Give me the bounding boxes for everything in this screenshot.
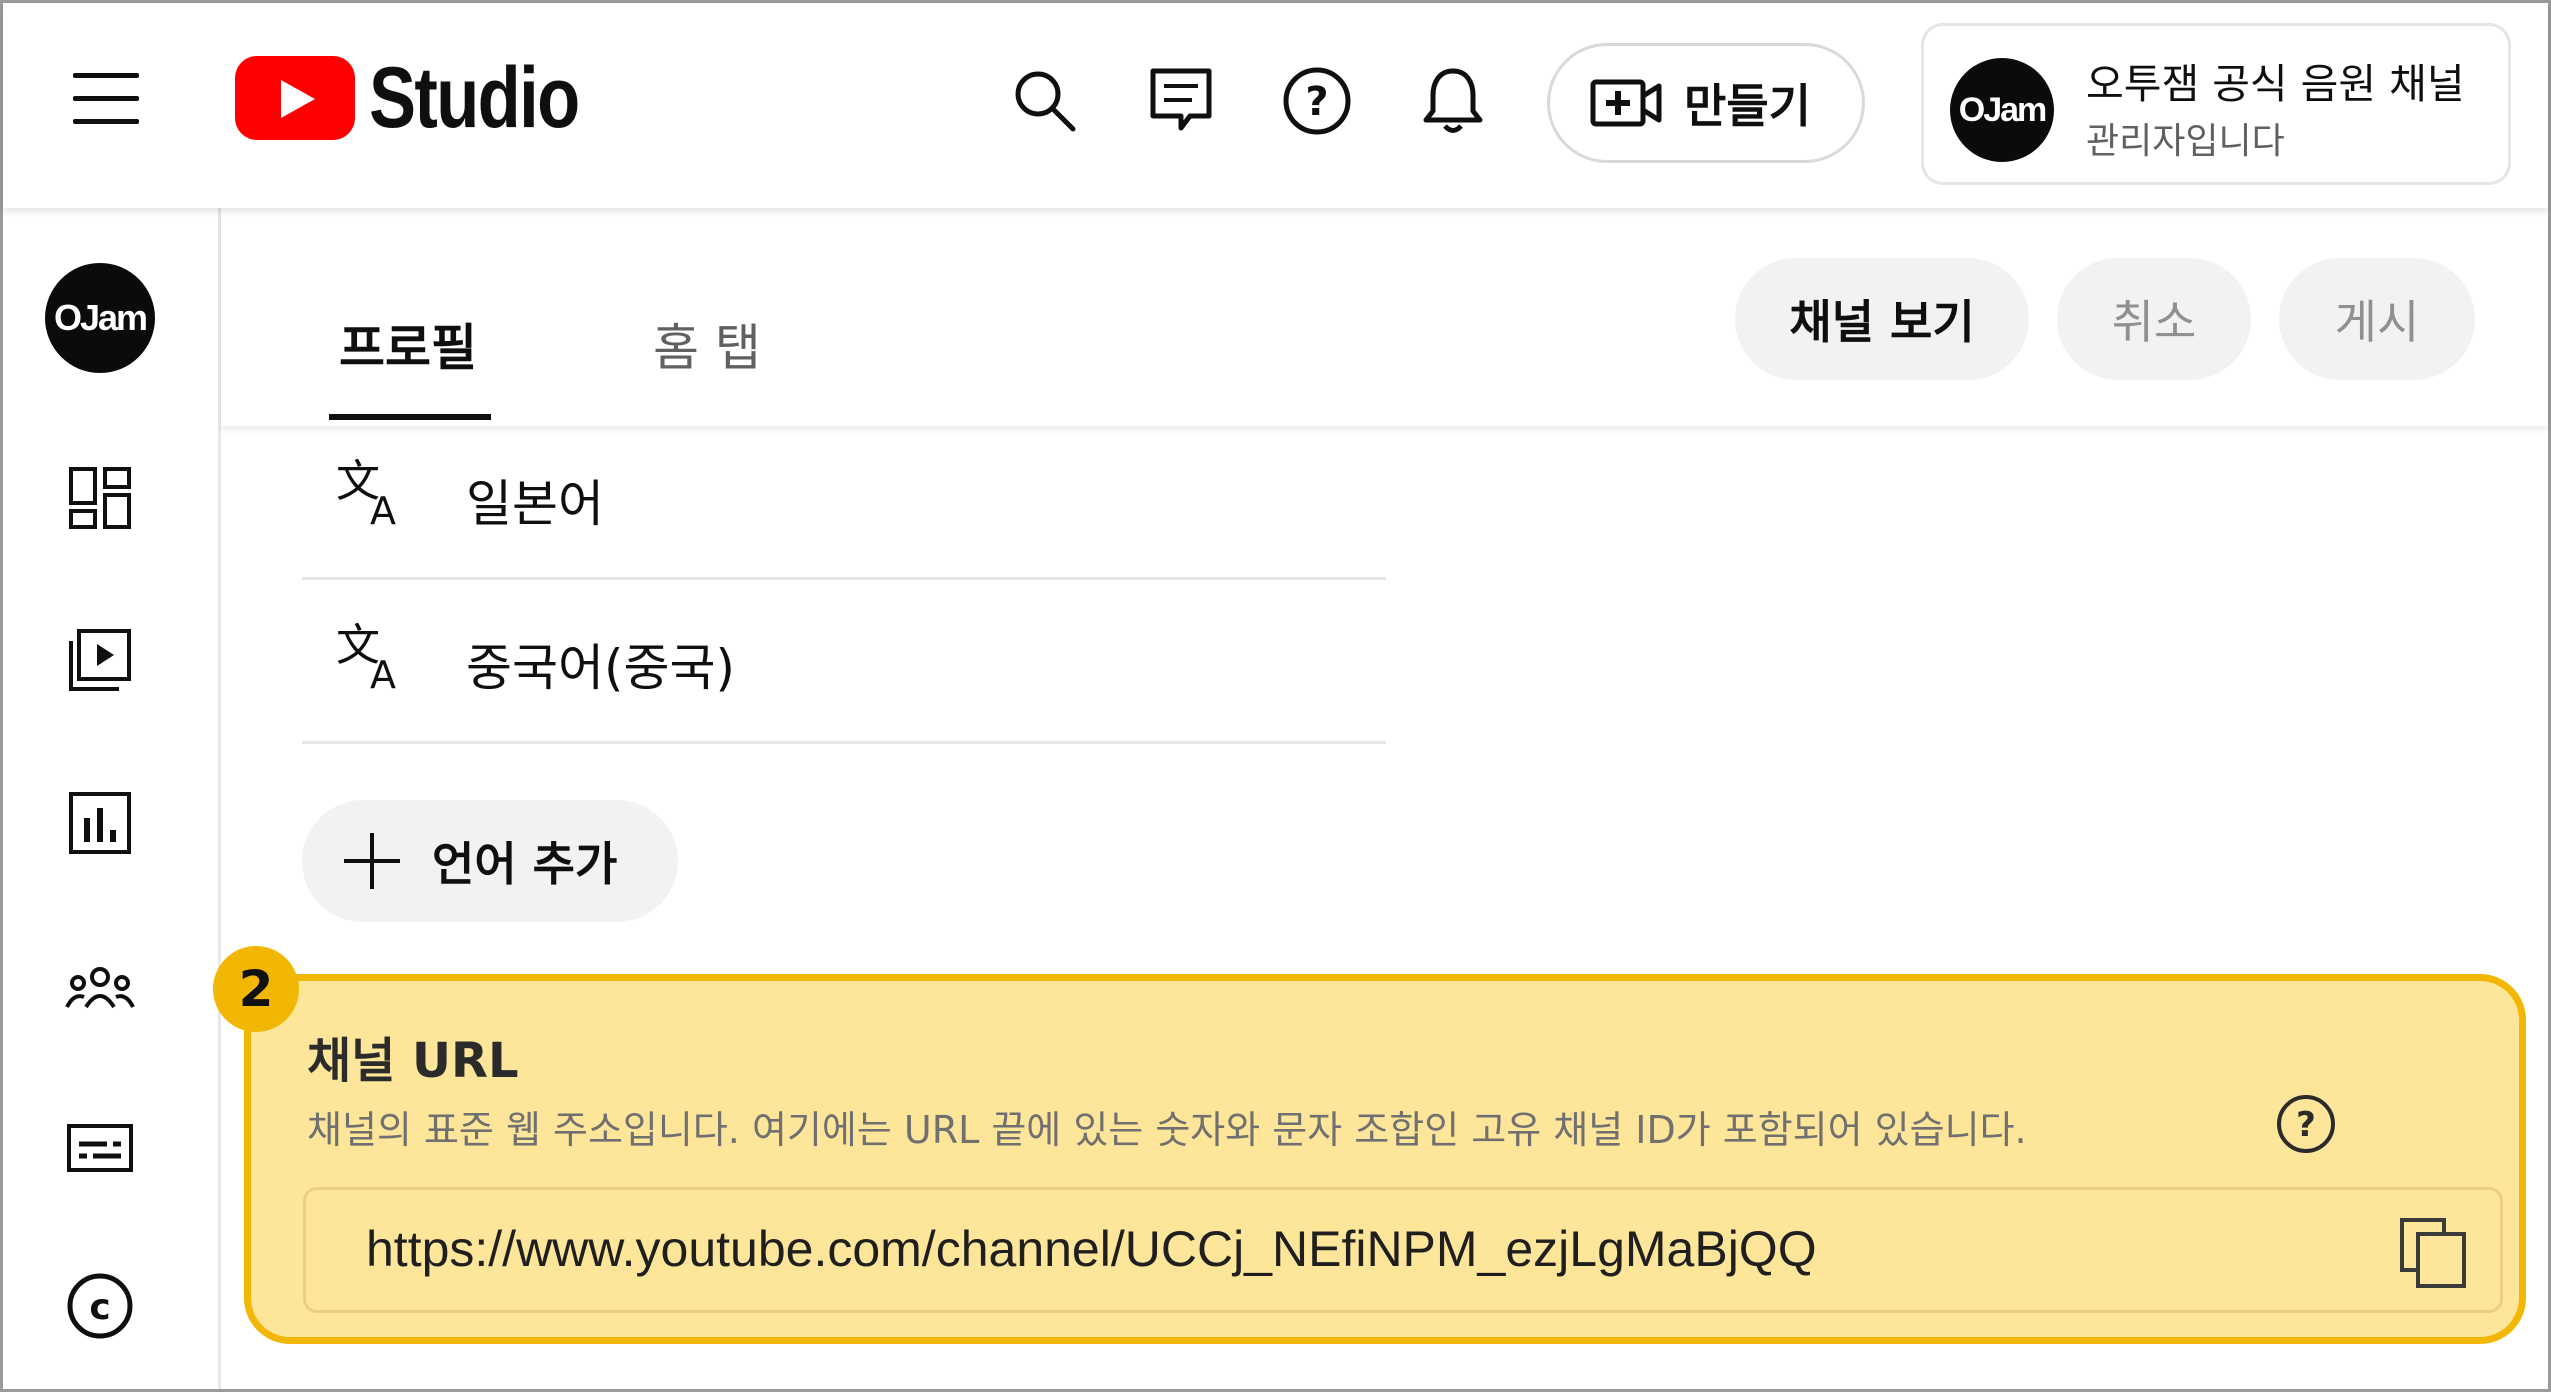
create-video-icon bbox=[1590, 79, 1662, 127]
channel-avatar: OJam bbox=[1950, 58, 2054, 162]
add-language-button[interactable]: 언어 추가 bbox=[302, 800, 678, 922]
svg-text:?: ? bbox=[1305, 79, 1328, 125]
content-icon[interactable] bbox=[60, 620, 140, 700]
search-icon[interactable] bbox=[1007, 63, 1083, 139]
feedback-icon[interactable] bbox=[1143, 63, 1219, 139]
sidebar: OJam c bbox=[3, 208, 221, 1389]
language-label: 중국어(중국) bbox=[466, 639, 736, 697]
svg-text:?: ? bbox=[2296, 1105, 2316, 1145]
dashboard-icon[interactable] bbox=[60, 458, 140, 538]
create-label: 만들기 bbox=[1684, 79, 1811, 133]
channel-url-field[interactable]: https://www.youtube.com/channel/UCCj_NEf… bbox=[303, 1187, 2503, 1313]
section-title: 채널 URL bbox=[307, 1033, 519, 1089]
channel-customization-toolbar: 프로필 홈 탭 채널 보기 취소 게시 bbox=[221, 208, 2548, 426]
account-switcher[interactable]: OJam 오투잼 공식 음원 채널 관리자입니다 bbox=[1921, 23, 2511, 185]
plus-icon bbox=[344, 833, 400, 889]
notification-icon[interactable] bbox=[1415, 63, 1491, 139]
channel-url-section: 채널 URL 채널의 표준 웹 주소입니다. 여기에는 URL 끝에 있는 숫자… bbox=[244, 974, 2526, 1344]
tab-home[interactable]: 홈 탭 bbox=[653, 308, 761, 380]
publish-button[interactable]: 게시 bbox=[2279, 258, 2475, 380]
sidebar-avatar[interactable]: OJam bbox=[45, 263, 155, 373]
active-tab-indicator bbox=[329, 414, 491, 420]
section-description: 채널의 표준 웹 주소입니다. 여기에는 URL 끝에 있는 숫자와 문자 조합… bbox=[307, 1108, 2027, 1152]
help-icon[interactable]: ? bbox=[1279, 63, 1355, 139]
studio-logo[interactable]: Studio bbox=[235, 50, 625, 146]
copyright-icon[interactable]: c bbox=[60, 1266, 140, 1346]
tab-profile[interactable]: 프로필 bbox=[339, 308, 477, 380]
community-icon[interactable] bbox=[60, 948, 140, 1028]
menu-icon[interactable] bbox=[73, 73, 139, 125]
analytics-icon[interactable] bbox=[60, 783, 140, 863]
top-bar: Studio ? 만들기 OJam 오투잼 공식 음원 채널 관리자입니다 bbox=[3, 3, 2548, 208]
step-badge: 2 bbox=[213, 946, 299, 1032]
list-item[interactable]: 文A 중국어(중국) bbox=[302, 580, 1386, 744]
channel-name: 오투잼 공식 음원 채널 bbox=[2086, 60, 2465, 108]
create-button[interactable]: 만들기 bbox=[1547, 43, 1865, 163]
logo-text: Studio bbox=[369, 49, 580, 146]
translate-icon: 文A bbox=[334, 620, 414, 700]
youtube-play-icon bbox=[235, 56, 355, 140]
channel-url-value: https://www.youtube.com/channel/UCCj_NEf… bbox=[366, 1221, 1817, 1277]
translate-icon: 文A bbox=[334, 456, 414, 536]
help-icon[interactable]: ? bbox=[2275, 1093, 2337, 1155]
cancel-button[interactable]: 취소 bbox=[2057, 258, 2251, 380]
subtitles-icon[interactable] bbox=[60, 1108, 140, 1188]
language-label: 일본어 bbox=[466, 475, 604, 533]
svg-text:A: A bbox=[370, 653, 396, 692]
list-item[interactable]: 文A 일본어 bbox=[302, 416, 1386, 580]
add-language-label: 언어 추가 bbox=[432, 837, 618, 891]
copy-icon[interactable] bbox=[2398, 1216, 2468, 1290]
svg-text:A: A bbox=[370, 489, 396, 528]
view-channel-button[interactable]: 채널 보기 bbox=[1735, 258, 2029, 380]
svg-text:c: c bbox=[89, 1287, 110, 1328]
channel-role: 관리자입니다 bbox=[2086, 121, 2285, 162]
